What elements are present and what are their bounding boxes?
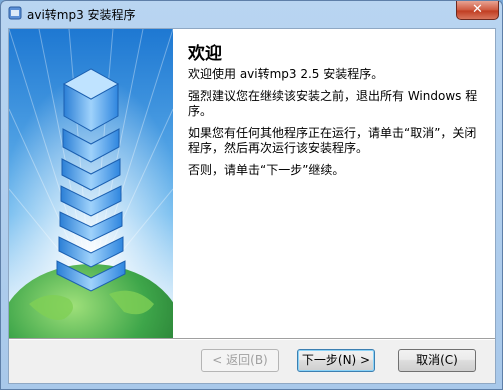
wizard-body: 欢迎 欢迎使用 avi转mp3 2.5 安装程序。 强烈建议您在继续该安装之前，… xyxy=(8,28,496,384)
welcome-content: 欢迎 欢迎使用 avi转mp3 2.5 安装程序。 强烈建议您在继续该安装之前，… xyxy=(173,29,495,338)
close-button[interactable]: ✕ xyxy=(456,1,499,20)
close-programs-advice: 强烈建议您在继续该安装之前，退出所有 Windows 程序。 xyxy=(188,89,478,118)
footer-separator xyxy=(9,338,495,340)
cancel-instruction: 如果您有任何其他程序正在运行，请单击“取消”，关闭程序，然后再次运行该安装程序。 xyxy=(188,126,477,155)
next-button[interactable]: 下一步(N) > xyxy=(297,349,375,372)
next-instruction: 否则，请单击“下一步”继续。 xyxy=(188,163,345,177)
back-button[interactable]: < 返回(B) xyxy=(201,349,279,372)
window-title: avi转mp3 安装程序 xyxy=(27,8,136,22)
cancel-button[interactable]: 取消(C) xyxy=(398,349,476,372)
title-bar[interactable]: avi转mp3 安装程序 ✕ xyxy=(1,1,502,27)
welcome-banner-image xyxy=(9,29,173,338)
installer-icon xyxy=(8,6,22,20)
welcome-text: 欢迎使用 avi转mp3 2.5 安装程序。 xyxy=(188,67,384,81)
installer-window: avi转mp3 安装程序 ✕ 欢迎 欢迎使用 avi转mp3 2.5 安装程序。… xyxy=(0,0,503,390)
page-title: 欢迎 xyxy=(188,44,222,64)
